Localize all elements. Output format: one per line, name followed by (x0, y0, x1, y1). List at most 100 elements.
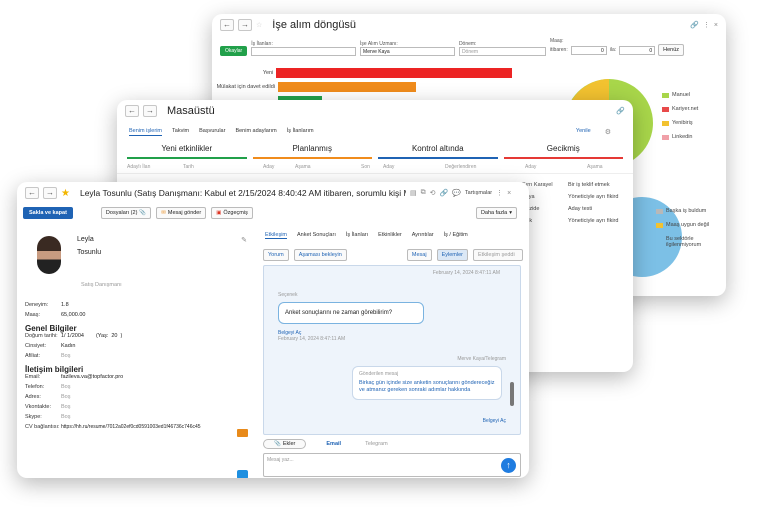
tab-my-tasks[interactable]: Benim işlerim (129, 128, 163, 136)
tab-my-jobs[interactable]: İş İlanlarım (287, 128, 314, 136)
general-info-header[interactable]: Genel Bilgiler (25, 324, 247, 333)
window-title: Masaüstü (167, 105, 215, 117)
profile-panel: Leyla Tosunlu ✎ Satış Danışmanı Deneyim:… (17, 228, 255, 434)
star-icon[interactable]: ☆ (256, 21, 262, 29)
back-icon[interactable]: ← (220, 19, 234, 31)
toolbar: Sakla ve kapat Dosyaları (2) 📎 ✉ Mesaj gön… (17, 204, 529, 222)
refresh-link[interactable]: Yenile (576, 128, 591, 136)
channel-telegram[interactable]: Telegram (365, 441, 388, 447)
more-icon[interactable]: ⋮ (703, 21, 710, 29)
edit-icon[interactable]: ✎ (241, 236, 247, 274)
kanban-columns: Yeni etkinlikler Planlanmış Kontrol altı… (117, 142, 633, 161)
cv-link-value[interactable]: https://hh.ru/resume/7012a02ef0cd0591003… (61, 424, 201, 430)
affiliate-value[interactable]: Boş (61, 353, 70, 359)
settings-icon[interactable]: ⚙ (605, 128, 611, 136)
first-name[interactable]: Leyla (77, 236, 101, 243)
link-icon[interactable]: 🔗 (439, 189, 448, 197)
save-close-button[interactable]: Sakla ve kapat (23, 207, 73, 219)
close-icon[interactable]: × (714, 22, 718, 29)
tab-applications[interactable]: Başvurular (199, 128, 225, 136)
attachments-button[interactable]: 📎 Ekler (263, 439, 307, 449)
comment-button[interactable]: Yorum (263, 249, 289, 261)
subhead: Aday (525, 164, 537, 170)
col-controlled: Kontrol altında (378, 144, 498, 159)
sender-label: Seçenek (278, 292, 298, 298)
last-name[interactable]: Tosunlu (77, 249, 101, 256)
message-input[interactable]: Mesaj yaz... ↑ (263, 453, 521, 477)
send-icon[interactable]: ↑ (501, 458, 516, 473)
tab-details[interactable]: Ayrıntılar (412, 232, 434, 239)
email-value[interactable]: fazileva.va@topfactor.pro (61, 374, 123, 380)
open-document-link[interactable]: Belgeyi Aç (483, 418, 506, 424)
forward-icon[interactable]: → (238, 19, 252, 31)
star-icon[interactable]: ★ (61, 188, 70, 199)
back-icon[interactable]: ← (25, 187, 39, 199)
filter-message[interactable]: Mesaj (406, 249, 432, 261)
more-icon[interactable]: ⋮ (496, 189, 503, 197)
address-value[interactable]: Boş (61, 394, 70, 400)
files-button[interactable]: Dosyaları (2) 📎 (100, 207, 152, 219)
email-action-icon[interactable] (237, 429, 248, 437)
jobs-filter-input[interactable] (251, 47, 357, 56)
tab-events[interactable]: Etkinlikler (378, 232, 402, 239)
interaction-panel: Etkileşim Anket Sonuçları İş İlanları Et… (261, 228, 523, 477)
gender-value[interactable]: Kadın (61, 343, 75, 349)
recruiter-filter-input[interactable]: Merve Kaya (360, 47, 455, 56)
more-button[interactable]: Daha fazla ▾ (475, 207, 517, 219)
list-item[interactable]: KayaYöneticiyle ayrı fikird (522, 194, 632, 200)
close-icon[interactable]: × (507, 190, 511, 197)
forward-icon[interactable]: → (143, 105, 157, 117)
vkontakte-value[interactable]: Boş (61, 404, 70, 410)
scrollbar[interactable] (510, 286, 514, 426)
salary-to-label: ila: (609, 47, 617, 53)
back-icon[interactable]: ← (125, 105, 139, 117)
wait-stage-button[interactable]: Aşaması bekleyin (293, 249, 347, 261)
list-item[interactable]: elekYöneticiyle ayrı fikird (522, 218, 632, 224)
phone-label: Telefon: (25, 384, 45, 390)
channel-email[interactable]: Email (326, 441, 341, 447)
subhead: Değerlendiren (445, 164, 477, 170)
dob-value[interactable]: 1/ 1/2004 (61, 333, 84, 339)
dob-label: Doğum tarihi: (25, 333, 58, 339)
email-label: Email: (25, 374, 41, 380)
column-subheaders: Adaylı İlan Tarih Aday Aşama Son Aday De… (117, 161, 633, 174)
chat-icon[interactable]: 💬 (452, 189, 461, 197)
history-icon[interactable]: ⟲ (430, 189, 436, 197)
gender-label: Cinsiyet: (25, 343, 47, 349)
salary-to-input[interactable]: 0 (619, 45, 656, 55)
forward-icon[interactable]: → (43, 187, 57, 199)
discussions-link[interactable]: Tartışmalar (465, 190, 492, 196)
clear-button[interactable]: Henüz (658, 44, 685, 56)
salary-from-input[interactable]: 0 (570, 45, 607, 55)
tab-my-candidates[interactable]: Benim adaylarım (235, 128, 276, 136)
bar-invited (278, 82, 416, 92)
experience-value[interactable]: 1.8 (61, 302, 69, 308)
salary-value[interactable]: 65,000.00 (61, 312, 85, 318)
tab-interaction[interactable]: Etkileşim (265, 232, 288, 239)
copy-icon[interactable]: ⧉ (421, 189, 426, 197)
cv-button[interactable]: ▣ Özgeçmiş (211, 207, 253, 219)
contact-info-header[interactable]: İletişim bilgileri (25, 365, 247, 374)
tab-work-education[interactable]: İş / Eğitim (444, 232, 468, 239)
skype-value[interactable]: Boş (61, 414, 70, 420)
link-icon[interactable]: 🔗 (690, 21, 699, 29)
interaction-filter-input[interactable]: Etkileşim şeddi (473, 249, 523, 261)
phone-value[interactable]: Boş (61, 384, 70, 390)
send-message-button[interactable]: ✉ Mesaj gönder (156, 207, 207, 219)
list-item[interactable]: Sırrı Karayel Bir iş teklif etmek (522, 182, 632, 188)
period-filter-input[interactable]: Dönem (458, 47, 546, 56)
tab-survey-results[interactable]: Anket Sonuçları (297, 232, 336, 239)
list-item[interactable]: Güzide Aday testi (522, 206, 632, 212)
bar-new (276, 68, 512, 78)
bar-label: Mülakat için davet edildi (216, 84, 275, 90)
okay-button[interactable]: Okaylar (220, 46, 248, 56)
filter-actions[interactable]: Eylemler (436, 249, 468, 261)
message-feed[interactable]: February 14, 2024 8:47:11 AM Seçenek Ank… (263, 265, 521, 435)
skype-icon[interactable] (237, 470, 248, 478)
link-icon[interactable]: 🔗 (616, 107, 625, 115)
tab-jobs[interactable]: İş İlanları (346, 232, 368, 239)
print-icon[interactable]: ▤ (410, 189, 417, 197)
tab-calendar[interactable]: Takvim (172, 128, 189, 136)
col-new-events: Yeni etkinlikler (127, 144, 247, 159)
subhead: Son (361, 164, 370, 170)
